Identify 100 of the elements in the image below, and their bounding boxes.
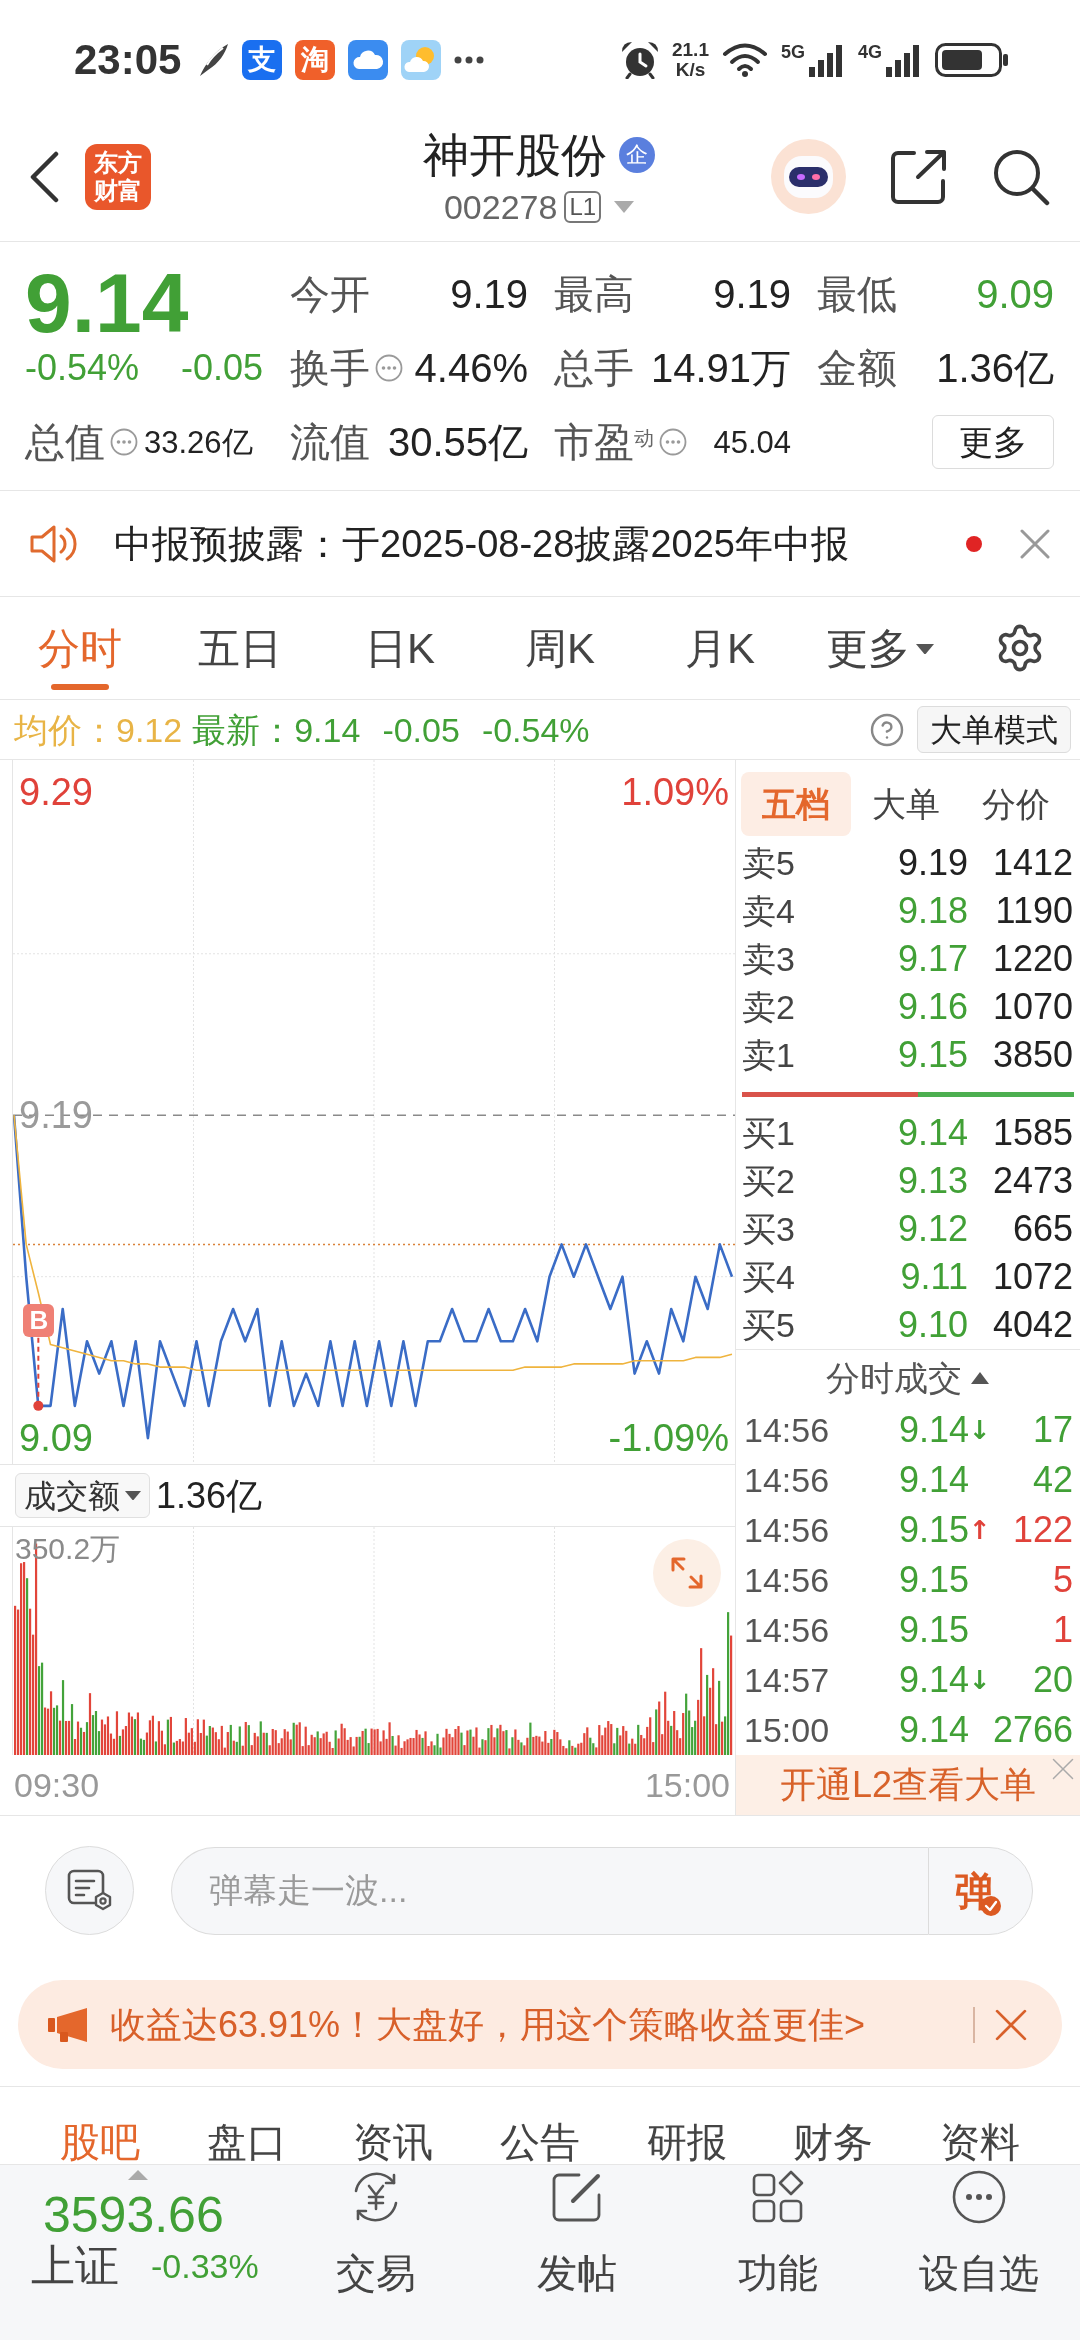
order-price: 9.12 bbox=[896, 1211, 968, 1247]
order-book-tab[interactable]: 分价 bbox=[961, 772, 1071, 836]
order-price: 9.18 bbox=[896, 893, 968, 929]
nav-item[interactable]: 设自选 bbox=[878, 2165, 1080, 2340]
info-icon[interactable] bbox=[659, 428, 687, 456]
change-percent: -0.54% bbox=[25, 350, 140, 386]
price-axis-label: 9.09 bbox=[19, 1418, 93, 1459]
index-value: 3593.66 bbox=[43, 2190, 225, 2240]
order-level-label: 买4 bbox=[742, 1260, 796, 1294]
back-icon[interactable] bbox=[28, 150, 60, 203]
stat-label: 总手 bbox=[554, 348, 634, 388]
order-level-label: 买3 bbox=[742, 1212, 796, 1246]
trade-time: 14:56 bbox=[744, 1513, 831, 1547]
trade-price: 9.15 bbox=[899, 1612, 970, 1648]
chart-tab[interactable]: 日K bbox=[320, 597, 480, 699]
latest-price: 最新：9.14 bbox=[192, 712, 361, 747]
section-tab[interactable]: 公告 bbox=[466, 2087, 614, 2164]
percent-axis-label: 1.09% bbox=[621, 772, 729, 813]
stat-value: 30.55亿 bbox=[387, 422, 528, 462]
trade-time: 14:57 bbox=[744, 1663, 831, 1697]
order-price: 9.17 bbox=[896, 941, 968, 977]
info-icon[interactable] bbox=[375, 354, 403, 382]
stat-value: 14.91万 bbox=[650, 348, 791, 388]
search-icon[interactable] bbox=[992, 147, 1050, 206]
help-icon[interactable] bbox=[869, 711, 905, 748]
volume-total: 1.36亿 bbox=[156, 1477, 263, 1514]
stat-value: 33.26亿 bbox=[144, 426, 253, 458]
section-tab[interactable]: 资料 bbox=[906, 2087, 1054, 2164]
robot-avatar-icon[interactable] bbox=[771, 139, 846, 214]
app-notification-tile: 淘 bbox=[295, 40, 336, 80]
trade-time: 15:00 bbox=[744, 1713, 831, 1747]
close-icon[interactable] bbox=[995, 2008, 1027, 2041]
stat-label: 最低 bbox=[817, 274, 897, 314]
trade-time: 14:56 bbox=[744, 1463, 831, 1497]
caret-up-icon[interactable] bbox=[970, 1370, 990, 1385]
network-type-label: 5G bbox=[780, 43, 805, 61]
trade-time: 14:56 bbox=[744, 1413, 831, 1447]
more-button[interactable]: 更多 bbox=[932, 415, 1054, 469]
stat-value: 45.04 bbox=[713, 426, 791, 458]
order-level-label: 卖2 bbox=[742, 990, 796, 1024]
quote-level-badge: L1 bbox=[564, 190, 602, 223]
order-volume: 4042 bbox=[991, 1307, 1073, 1343]
sun-cloud-icon bbox=[401, 40, 442, 80]
trade-volume: 20 bbox=[1032, 1662, 1073, 1698]
network-speed-value: 21.1 bbox=[672, 40, 709, 60]
stat-value: 9.19 bbox=[713, 274, 791, 314]
stock-title: 神开股份 bbox=[423, 131, 607, 178]
trade-price: 9.14 bbox=[899, 1712, 970, 1748]
trade-price: 9.15 bbox=[899, 1512, 970, 1548]
order-level-label: 卖5 bbox=[742, 846, 796, 880]
trade-price: 9.14 bbox=[899, 1412, 970, 1448]
share-icon[interactable] bbox=[890, 148, 948, 205]
nav-item[interactable]: 功能 bbox=[677, 2165, 879, 2340]
trade-price: 9.14 bbox=[899, 1662, 970, 1698]
caret-down-icon[interactable] bbox=[125, 1490, 141, 1501]
chart-tab[interactable]: 月K bbox=[640, 597, 800, 699]
marker-dot-icon bbox=[33, 1400, 44, 1411]
danmaku-input-field[interactable]: 弹幕走一波... bbox=[171, 1846, 928, 1935]
chart-tab[interactable]: 更多 bbox=[800, 597, 960, 699]
order-level-label: 卖1 bbox=[742, 1038, 796, 1072]
app-logo[interactable]: 东方财富 bbox=[85, 143, 151, 210]
stat-label: 金额 bbox=[817, 348, 897, 388]
time-axis-label: 15:00 bbox=[644, 1768, 730, 1802]
section-tab[interactable]: 盘口 bbox=[173, 2087, 321, 2164]
order-price: 9.19 bbox=[896, 845, 968, 881]
stat-label: 流值 bbox=[290, 422, 370, 462]
stat-value: 1.36亿 bbox=[936, 348, 1054, 388]
chart-tab[interactable]: 周K bbox=[480, 597, 640, 699]
big-order-mode-button[interactable]: 大单模式 bbox=[917, 706, 1071, 753]
notice-text[interactable]: 中报预披露：于2025-08-28披露2025年中报 bbox=[114, 524, 966, 563]
caret-down-icon[interactable] bbox=[916, 643, 934, 655]
order-level-label: 卖4 bbox=[742, 894, 796, 928]
trade-volume: 122 bbox=[1012, 1512, 1073, 1548]
section-tab[interactable]: 研报 bbox=[613, 2087, 760, 2164]
change-percent: -0.54% bbox=[481, 712, 590, 747]
stat-value: 9.19 bbox=[450, 274, 528, 314]
trade-time: 14:56 bbox=[744, 1563, 831, 1597]
close-icon[interactable] bbox=[1020, 528, 1050, 559]
company-type-badge: 企 bbox=[619, 136, 655, 173]
info-icon[interactable] bbox=[110, 428, 138, 456]
nav-item[interactable]: 交易 bbox=[275, 2165, 477, 2340]
trade-price: 9.14 bbox=[899, 1462, 970, 1498]
stat-label: 换手 bbox=[290, 348, 370, 388]
trade-price: 9.15 bbox=[899, 1562, 970, 1598]
volume-metric-dropdown[interactable]: 成交额 bbox=[15, 1473, 150, 1518]
status-time: 23:05 bbox=[74, 39, 182, 81]
order-book-tab[interactable]: 大单 bbox=[851, 772, 961, 836]
trades-title[interactable]: 分时成交 bbox=[826, 1360, 962, 1395]
order-volume: 1220 bbox=[991, 941, 1073, 977]
section-tab[interactable]: 资讯 bbox=[320, 2087, 467, 2164]
percent-axis-label: -1.09% bbox=[608, 1418, 729, 1459]
stat-superscript: 动 bbox=[634, 428, 654, 448]
last-price: 9.14 bbox=[25, 266, 189, 340]
nav-item[interactable]: 发帖 bbox=[476, 2165, 678, 2340]
order-level-label: 买2 bbox=[742, 1164, 796, 1198]
order-level-label: 卖3 bbox=[742, 942, 796, 976]
chart-tab[interactable]: 五日 bbox=[160, 597, 320, 699]
trade-volume: 42 bbox=[1032, 1462, 1073, 1498]
section-tab[interactable]: 财务 bbox=[759, 2087, 907, 2164]
stock-code: 002278 bbox=[443, 189, 558, 224]
